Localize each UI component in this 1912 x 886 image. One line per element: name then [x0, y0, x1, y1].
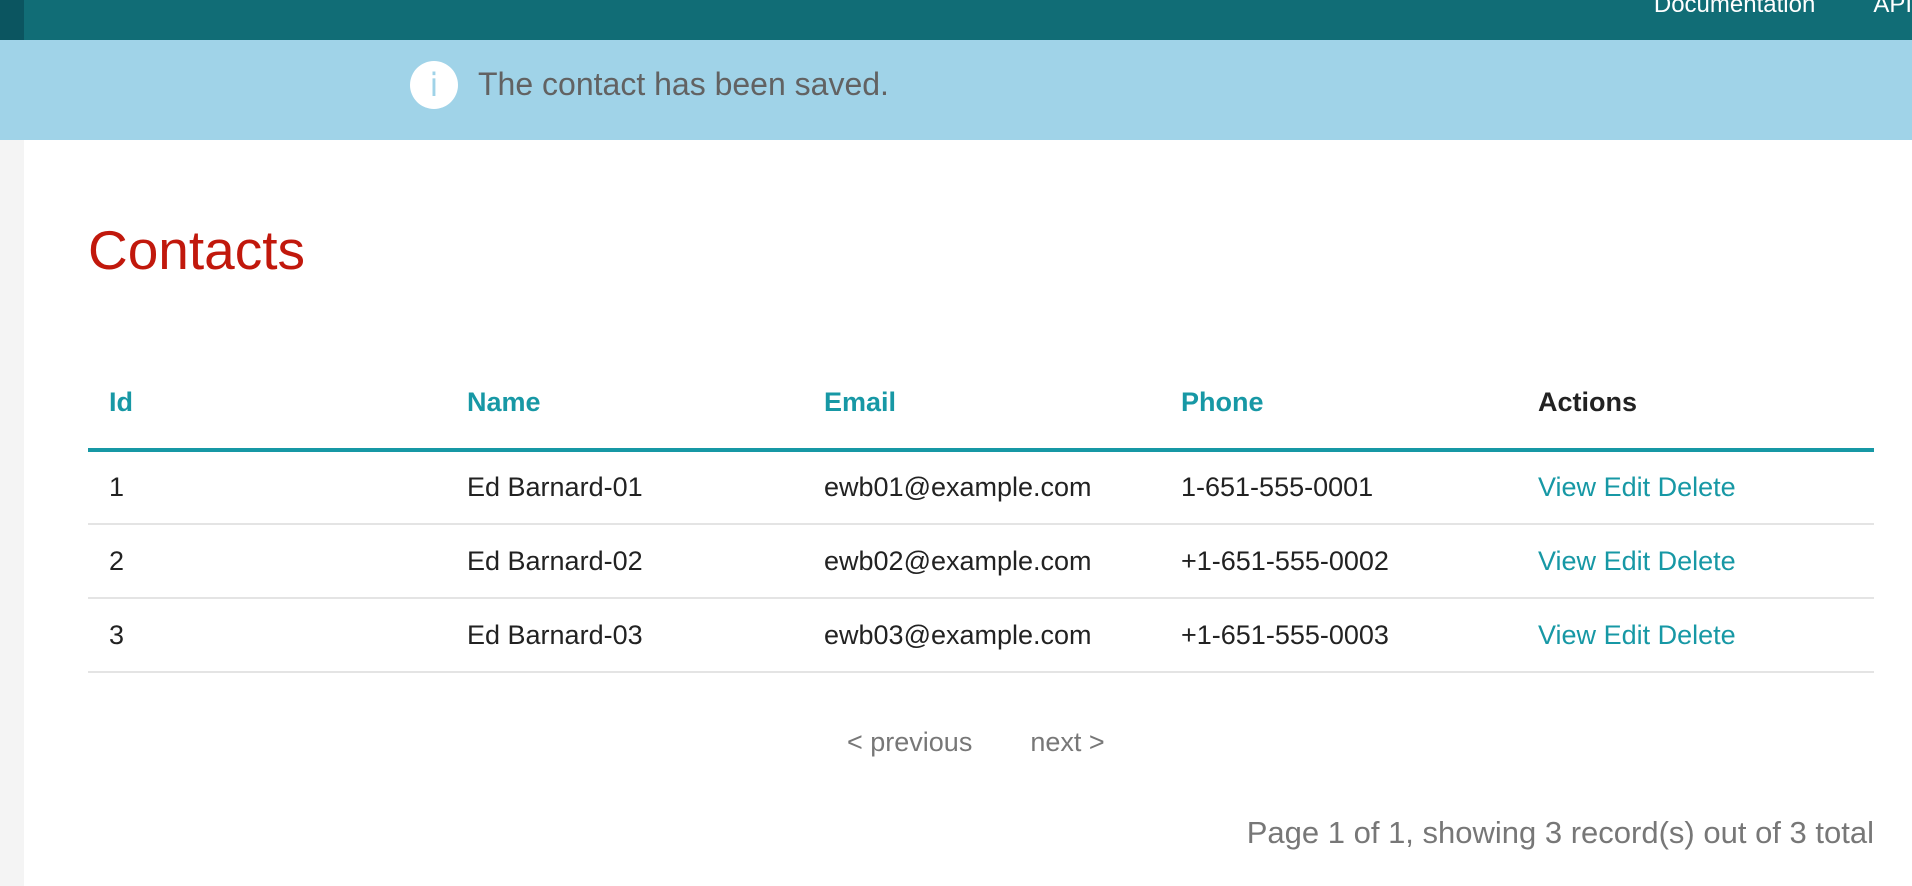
topbar-left-strip: [0, 0, 24, 40]
table-header-row: Id Name Email Phone Actions: [88, 356, 1874, 452]
cell-email: ewb03@example.com: [803, 598, 1160, 673]
cell-name: Ed Barnard-03: [446, 598, 803, 673]
delete-link[interactable]: Delete: [1658, 620, 1736, 650]
table-row: 1 Ed Barnard-01 ewb01@example.com 1-651-…: [88, 450, 1874, 525]
column-header-name[interactable]: Name: [446, 356, 803, 452]
cell-actions: View Edit Delete: [1517, 524, 1874, 599]
side-strip: [0, 140, 24, 886]
table-row: 3 Ed Barnard-03 ewb03@example.com +1-651…: [88, 598, 1874, 673]
edit-link[interactable]: Edit: [1604, 620, 1651, 650]
cell-actions: View Edit Delete: [1517, 598, 1874, 673]
next-page-link[interactable]: next >: [1030, 727, 1104, 758]
column-header-id[interactable]: Id: [88, 356, 446, 452]
delete-link[interactable]: Delete: [1658, 546, 1736, 576]
info-icon: i: [410, 61, 458, 109]
contacts-table: Id Name Email Phone Actions 1 Ed Barnard…: [88, 356, 1874, 673]
cell-id: 3: [88, 598, 446, 673]
cell-phone: +1-651-555-0003: [1160, 598, 1517, 673]
view-link[interactable]: View: [1538, 620, 1596, 650]
cell-actions: View Edit Delete: [1517, 450, 1874, 525]
flash-message-text: The contact has been saved.: [478, 66, 889, 102]
view-link[interactable]: View: [1538, 472, 1596, 502]
edit-link[interactable]: Edit: [1604, 546, 1651, 576]
top-nav-api-link[interactable]: API: [1873, 0, 1912, 19]
previous-page-link[interactable]: < previous: [847, 727, 972, 758]
top-nav: Documentation API: [1654, 0, 1912, 20]
column-header-email[interactable]: Email: [803, 356, 1160, 452]
edit-link[interactable]: Edit: [1604, 472, 1651, 502]
cell-id: 2: [88, 524, 446, 599]
pagination-summary: Page 1 of 1, showing 3 record(s) out of …: [1246, 815, 1874, 850]
top-nav-documentation-link[interactable]: Documentation: [1654, 0, 1815, 19]
cell-id: 1: [88, 450, 446, 525]
column-header-phone[interactable]: Phone: [1160, 356, 1517, 452]
cell-name: Ed Barnard-01: [446, 450, 803, 525]
delete-link[interactable]: Delete: [1658, 472, 1736, 502]
table-row: 2 Ed Barnard-02 ewb02@example.com +1-651…: [88, 524, 1874, 599]
flash-message-banner[interactable]: i The contact has been saved.: [0, 40, 1912, 140]
cell-email: ewb01@example.com: [803, 450, 1160, 525]
cell-name: Ed Barnard-02: [446, 524, 803, 599]
page-title: Contacts: [88, 219, 306, 281]
pagination: < previous next >: [847, 727, 1105, 758]
view-link[interactable]: View: [1538, 546, 1596, 576]
cell-email: ewb02@example.com: [803, 524, 1160, 599]
cell-phone: +1-651-555-0002: [1160, 524, 1517, 599]
top-navigation-bar: Documentation API: [0, 0, 1912, 40]
cell-phone: 1-651-555-0001: [1160, 450, 1517, 525]
column-header-actions: Actions: [1517, 356, 1874, 452]
